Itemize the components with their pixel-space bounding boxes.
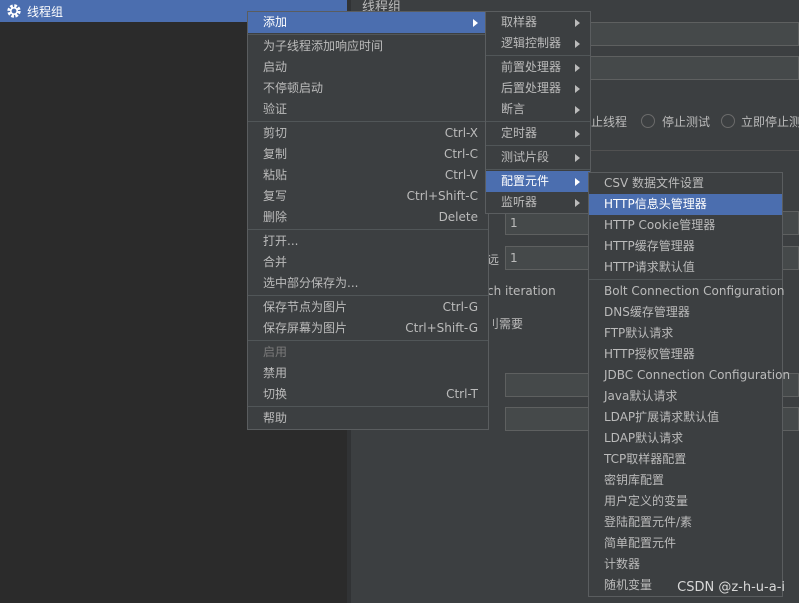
menu-item-add[interactable]: 添加 xyxy=(248,12,488,33)
menu-item-save-selection-as[interactable]: 选中部分保存为... xyxy=(248,273,488,294)
config-item-login-config[interactable]: 登陆配置元件/素 xyxy=(589,512,782,533)
submenu-item-test-fragment[interactable]: 测试片段 xyxy=(486,147,590,168)
config-item-java-defaults[interactable]: Java默认请求 xyxy=(589,386,782,407)
chevron-right-icon xyxy=(575,84,580,93)
config-item-http-auth[interactable]: HTTP授权管理器 xyxy=(589,344,782,365)
menu-item-help[interactable]: 帮助 xyxy=(248,408,488,429)
submenu-item-postprocessor[interactable]: 后置处理器 xyxy=(486,78,590,99)
config-item-simple-config[interactable]: 简单配置元件 xyxy=(589,533,782,554)
option-stop-now-label: 立即停止测 xyxy=(741,115,799,129)
option-stop-test-label: 停止测试 xyxy=(662,115,711,129)
watermark: CSDN @z-h-u-a-i xyxy=(677,580,785,595)
menu-item-cut[interactable]: 剪切 Ctrl-X xyxy=(248,123,488,144)
menu-item-save-node-image[interactable]: 保存节点为图片 Ctrl-G xyxy=(248,297,488,318)
context-menu: 添加 为子线程添加响应时间 启动 不停顿启动 验证 剪切 Ctrl-X 复制 Ctr… xyxy=(247,11,489,430)
menu-item-disable[interactable]: 禁用 xyxy=(248,363,488,384)
menu-item-toggle[interactable]: 切换 Ctrl-T xyxy=(248,384,488,405)
config-item-http-cookie-manager[interactable]: HTTP Cookie管理器 xyxy=(589,215,782,236)
chevron-right-icon xyxy=(575,153,580,162)
chevron-right-icon xyxy=(575,129,580,138)
add-submenu: 取样器 逻辑控制器 前置处理器 后置处理器 断言 定时器 测试片段 配置元件 监… xyxy=(485,11,591,214)
menu-item-merge[interactable]: 合并 xyxy=(248,252,488,273)
chevron-right-icon xyxy=(473,18,478,27)
chevron-right-icon xyxy=(575,39,580,48)
menu-item-save-screen-image[interactable]: 保存屏幕为图片 Ctrl+Shift-G xyxy=(248,318,488,339)
stop-test-radio[interactable] xyxy=(641,114,655,128)
gear-icon xyxy=(5,2,23,20)
submenu-item-assertion[interactable]: 断言 xyxy=(486,99,590,120)
menu-item-enable: 启用 xyxy=(263,345,288,359)
chevron-right-icon xyxy=(575,177,580,186)
comment-field[interactable] xyxy=(590,56,799,80)
submenu-item-preprocessor[interactable]: 前置处理器 xyxy=(486,57,590,78)
config-element-submenu: CSV 数据文件设置 HTTP信息头管理器 HTTP Cookie管理器 HTT… xyxy=(588,172,790,597)
config-item-ldap-defaults[interactable]: LDAP默认请求 xyxy=(589,428,782,449)
name-field[interactable] xyxy=(590,22,799,46)
chevron-right-icon xyxy=(575,63,580,72)
submenu-item-timer[interactable]: 定时器 xyxy=(486,123,590,144)
submenu-item-sampler[interactable]: 取样器 xyxy=(486,12,590,33)
menu-item-copy[interactable]: 复制 Ctrl-C xyxy=(248,144,488,165)
menu-item-validate[interactable]: 验证 xyxy=(248,99,488,120)
menu-item-duplicate[interactable]: 复写 Ctrl+Shift-C xyxy=(248,186,488,207)
submenu-item-config-element[interactable]: 配置元件 xyxy=(486,171,590,192)
config-item-http-request-defaults[interactable]: HTTP请求默认值 xyxy=(589,257,782,278)
config-item-jdbc[interactable]: JDBC Connection Configuration xyxy=(589,365,790,386)
iteration-label: ch iteration xyxy=(487,284,556,298)
menu-item-add-think-times[interactable]: 为子线程添加响应时间 xyxy=(248,36,488,57)
config-item-counter[interactable]: 计数器 xyxy=(589,554,782,575)
config-item-bolt[interactable]: Bolt Connection Configuration xyxy=(589,281,785,302)
chevron-right-icon xyxy=(575,198,580,207)
config-item-csv[interactable]: CSV 数据文件设置 xyxy=(589,173,782,194)
menu-item-open[interactable]: 打开... xyxy=(248,231,488,252)
threads-value: 1 xyxy=(510,216,518,230)
option-stop-thread-label: 止线程 xyxy=(591,115,628,129)
config-item-dns-cache[interactable]: DNS缓存管理器 xyxy=(589,302,782,323)
config-item-keystore[interactable]: 密钥库配置 xyxy=(589,470,782,491)
stop-now-radio[interactable] xyxy=(721,114,735,128)
needs-label: 刂需要 xyxy=(487,317,524,331)
config-item-http-header-manager[interactable]: HTTP信息头管理器 xyxy=(589,194,782,215)
menu-item-start-no-pause[interactable]: 不停顿启动 xyxy=(248,78,488,99)
menu-item-start[interactable]: 启动 xyxy=(248,57,488,78)
rampup-value: 1 xyxy=(510,251,518,265)
config-item-ftp-defaults[interactable]: FTP默认请求 xyxy=(589,323,782,344)
chevron-right-icon xyxy=(575,18,580,27)
submenu-item-logic-controller[interactable]: 逻辑控制器 xyxy=(486,33,590,54)
chevron-right-icon xyxy=(575,105,580,114)
menu-item-paste[interactable]: 粘贴 Ctrl-V xyxy=(248,165,488,186)
menu-item-delete[interactable]: 删除 Delete xyxy=(248,207,488,228)
config-item-ldap-ext-defaults[interactable]: LDAP扩展请求默认值 xyxy=(589,407,782,428)
config-item-user-variables[interactable]: 用户定义的变量 xyxy=(589,491,782,512)
config-item-tcp-sampler-config[interactable]: TCP取样器配置 xyxy=(589,449,782,470)
tree-node-label: 线程组 xyxy=(27,4,64,19)
submenu-item-listener[interactable]: 监听器 xyxy=(486,192,590,213)
config-item-http-cache-manager[interactable]: HTTP缓存管理器 xyxy=(589,236,782,257)
